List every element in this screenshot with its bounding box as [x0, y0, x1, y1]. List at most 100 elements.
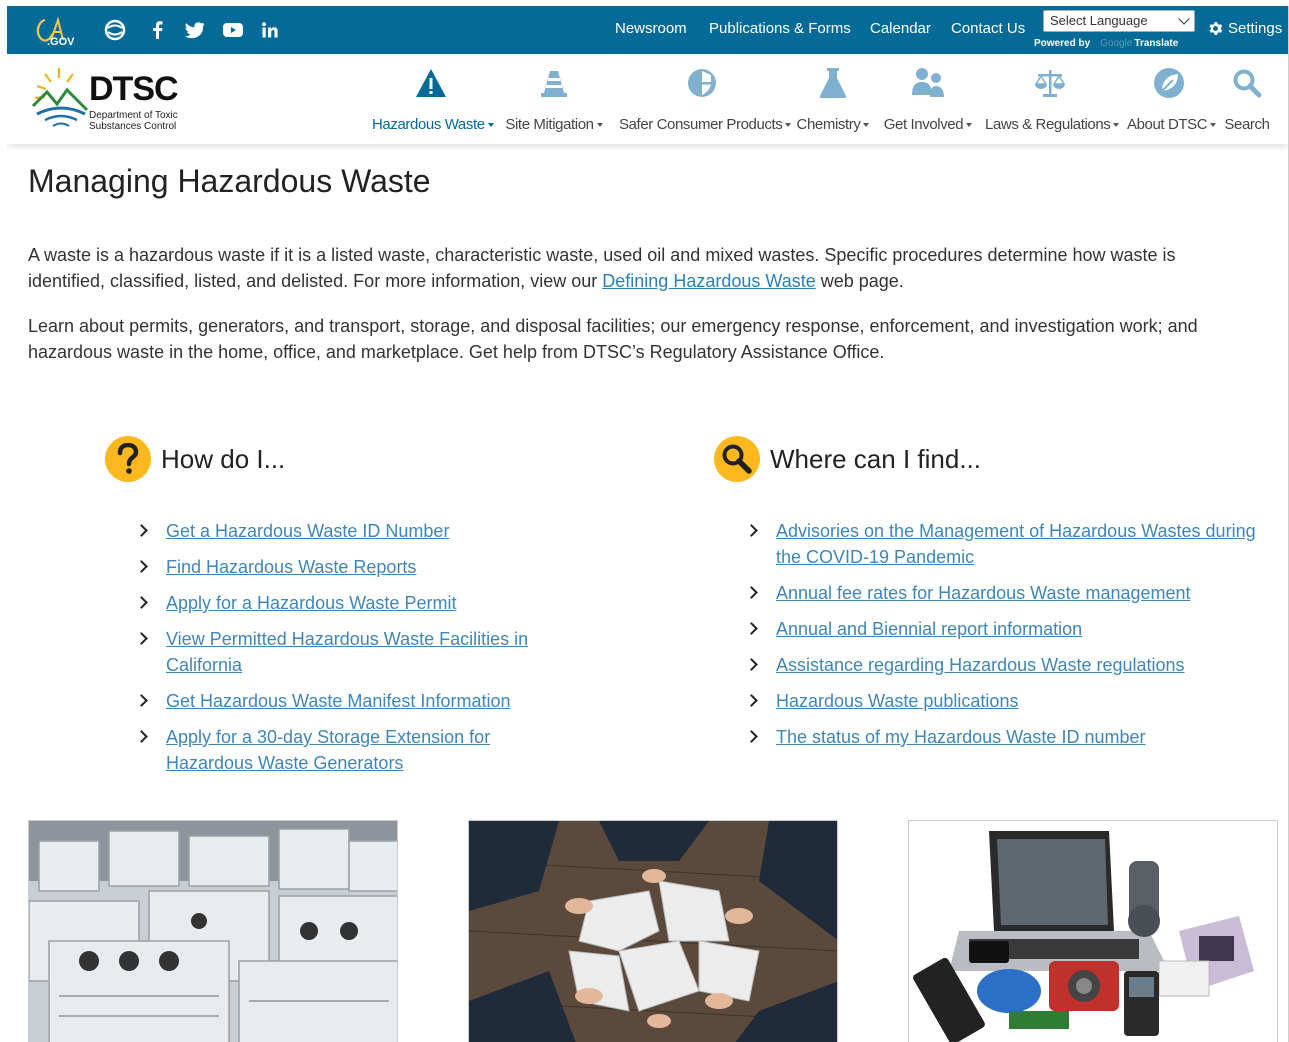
where-link-biennial-report[interactable]: Annual and Biennial report information	[776, 619, 1082, 639]
list-item: Apply for a 30-day Storage Extension for…	[135, 724, 575, 776]
caret-down-icon	[1113, 123, 1120, 128]
list-item: Annual and Biennial report information	[745, 616, 1275, 642]
where-link-regulations-assistance[interactable]: Assistance regarding Hazardous Waste reg…	[776, 655, 1185, 675]
question-mark-icon	[105, 436, 151, 482]
how-do-i-heading: How do I...	[105, 436, 285, 482]
translate-label: Translate	[1134, 38, 1179, 49]
gear-icon	[1209, 22, 1223, 35]
browser-page: .GOV Newsroom Publications & Forms Calen…	[7, 6, 1289, 1042]
youtube-icon[interactable]	[221, 18, 245, 42]
caret-down-icon	[487, 123, 494, 128]
nav-about-dtsc-label: About DTSC	[1127, 116, 1208, 133]
nav-safer-consumer-products-label: Safer Consumer Products	[619, 116, 783, 133]
facebook-icon[interactable]	[147, 18, 167, 42]
site-header: DTSC Department of Toxic Substances Cont…	[7, 54, 1288, 144]
chevron-right-icon	[135, 560, 148, 573]
caret-down-icon	[596, 123, 603, 128]
how-do-i-title: How do I...	[161, 443, 286, 474]
list-item: The status of my Hazardous Waste ID numb…	[745, 724, 1275, 750]
where-link-covid-advisories[interactable]: Advisories on the Management of Hazardou…	[776, 521, 1256, 567]
where-can-i-find-list: Advisories on the Management of Hazardou…	[745, 518, 1275, 760]
newsroom-link[interactable]: Newsroom	[615, 20, 687, 37]
publications-forms-link[interactable]: Publications & Forms	[709, 20, 851, 37]
how-link-manifest-info[interactable]: Get Hazardous Waste Manifest Information	[166, 691, 510, 711]
search-icon	[1221, 64, 1273, 102]
google-wordmark: Google	[1100, 38, 1133, 49]
where-link-publications[interactable]: Hazardous Waste publications	[776, 691, 1018, 711]
chevron-right-icon	[745, 524, 758, 537]
chevron-right-icon	[135, 694, 148, 707]
puzzle-photo[interactable]	[468, 820, 838, 1042]
where-link-id-status[interactable]: The status of my Hazardous Waste ID numb…	[776, 727, 1145, 747]
how-link-apply-permit[interactable]: Apply for a Hazardous Waste Permit	[166, 593, 456, 613]
flask-icon	[795, 64, 871, 102]
settings-button[interactable]: Settings	[1207, 20, 1282, 37]
chevron-right-icon	[745, 694, 758, 707]
svg-text:.GOV: .GOV	[47, 36, 75, 46]
nav-search[interactable]: Search	[1221, 64, 1273, 140]
nav-hazardous-waste-label: Hazardous Waste	[372, 116, 485, 133]
list-item: Get Hazardous Waste Manifest Information	[135, 688, 575, 714]
chevron-right-icon	[745, 730, 758, 743]
chevron-right-icon	[135, 632, 148, 645]
nav-get-involved[interactable]: Get Involved	[883, 64, 973, 140]
how-link-view-facilities[interactable]: View Permitted Hazardous Waste Facilitie…	[166, 629, 528, 675]
calendar-link[interactable]: Calendar	[870, 20, 931, 37]
how-link-find-reports[interactable]: Find Hazardous Waste Reports	[166, 557, 416, 577]
how-do-i-list: Get a Hazardous Waste ID Number Find Haz…	[135, 518, 575, 786]
page-title: Managing Hazardous Waste	[28, 163, 431, 199]
nav-laws-regulations[interactable]: Laws & Regulations	[985, 64, 1120, 140]
chevron-right-icon	[135, 730, 148, 743]
dtsc-wordmark: DTSC	[89, 70, 179, 108]
language-select-value: Select Language	[1050, 13, 1148, 28]
how-link-storage-extension[interactable]: Apply for a 30-day Storage Extension for…	[166, 727, 490, 773]
list-item: Assistance regarding Hazardous Waste reg…	[745, 652, 1275, 678]
magnifier-icon	[714, 436, 760, 482]
nav-site-mitigation[interactable]: Site Mitigation	[503, 64, 605, 140]
leaf-icon	[1127, 64, 1211, 102]
linkedin-icon[interactable]	[259, 18, 281, 42]
warning-icon	[372, 64, 490, 102]
chevron-right-icon	[745, 622, 758, 635]
contact-us-link[interactable]: Contact Us	[951, 20, 1025, 37]
nav-site-mitigation-label: Site Mitigation	[505, 116, 594, 133]
ca-seal-icon[interactable]	[103, 18, 127, 42]
where-can-i-find-heading: Where can I find...	[714, 436, 981, 482]
caret-down-icon	[863, 123, 870, 128]
how-link-get-id-number[interactable]: Get a Hazardous Waste ID Number	[166, 521, 449, 541]
list-item: Hazardous Waste publications	[745, 688, 1275, 714]
list-item: Find Hazardous Waste Reports	[135, 554, 575, 580]
nav-chemistry[interactable]: Chemistry	[795, 64, 871, 140]
intro-text-end: web page.	[815, 271, 904, 291]
where-can-i-find-title: Where can I find...	[770, 443, 981, 474]
traffic-cone-icon	[503, 64, 605, 102]
list-item: Apply for a Hazardous Waste Permit	[135, 590, 575, 616]
intro-paragraph-2: Learn about permits, generators, and tra…	[28, 316, 1198, 362]
caret-down-icon	[785, 123, 792, 128]
electronics-photo[interactable]	[908, 820, 1278, 1042]
caret-down-icon	[1210, 123, 1217, 128]
list-item: Advisories on the Management of Hazardou…	[745, 518, 1275, 570]
nav-safer-consumer-products[interactable]: Safer Consumer Products	[619, 64, 792, 140]
defining-hazardous-waste-link[interactable]: Defining Hazardous Waste	[602, 271, 815, 291]
list-item: Annual fee rates for Hazardous Waste man…	[745, 580, 1275, 606]
nav-laws-regulations-label: Laws & Regulations	[985, 116, 1111, 133]
nav-hazardous-waste[interactable]: Hazardous Waste	[372, 64, 494, 140]
powered-by-label: Powered by	[1034, 38, 1091, 49]
ca-gov-logo[interactable]: .GOV	[31, 14, 79, 46]
scales-icon	[985, 64, 1115, 102]
language-select[interactable]: Select Language	[1043, 10, 1195, 32]
chevron-down-icon	[1178, 13, 1190, 25]
chevron-right-icon	[745, 658, 758, 671]
dtsc-subtitle: Department of Toxic Substances Control	[89, 110, 178, 132]
nav-search-label: Search	[1224, 116, 1270, 133]
dtsc-logo[interactable]: DTSC Department of Toxic Substances Cont…	[29, 64, 179, 132]
nav-chemistry-label: Chemistry	[796, 116, 861, 133]
chevron-right-icon	[135, 596, 148, 609]
where-link-annual-fee-rates[interactable]: Annual fee rates for Hazardous Waste man…	[776, 583, 1191, 603]
nav-about-dtsc[interactable]: About DTSC	[1127, 64, 1217, 140]
twitter-icon[interactable]	[183, 18, 207, 42]
people-icon	[883, 64, 973, 102]
appliances-photo[interactable]	[28, 820, 398, 1042]
utility-header: .GOV Newsroom Publications & Forms Calen…	[7, 6, 1288, 54]
